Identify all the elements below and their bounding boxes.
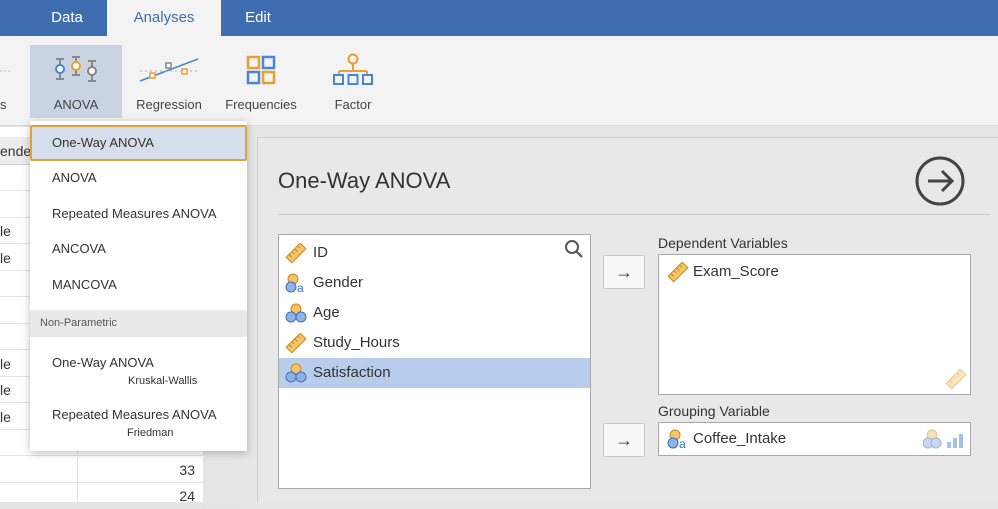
factor-label: Factor — [334, 97, 372, 112]
menu-item-sublabel: Kruskal-Wallis — [128, 375, 198, 387]
move-to-grouping-button[interactable]: → — [603, 423, 645, 457]
menu-section-non-parametric: Non-Parametric — [30, 310, 247, 337]
menu-item-ancova[interactable]: ANCOVA — [30, 231, 247, 267]
search-icon[interactable] — [564, 239, 584, 259]
menu-item-anova[interactable]: ANOVA — [30, 160, 247, 196]
menu-item-label: One-Way ANOVA — [52, 355, 154, 370]
dependent-variables-label: Dependent Variables — [658, 235, 788, 251]
menu-item-label: Repeated Measures ANOVA — [52, 407, 217, 422]
menu-item-mancova[interactable]: MANCOVA — [30, 267, 247, 303]
ruler-icon — [285, 332, 307, 354]
variable-item[interactable]: ID — [279, 238, 590, 268]
frequencies-button[interactable]: Frequencies — [218, 45, 304, 118]
menu-item-repeated-measures-anova[interactable]: Repeated Measures ANOVA — [30, 196, 247, 232]
menu-item-sublabel: Friedman — [127, 427, 174, 439]
frequencies-label: Frequencies — [225, 97, 297, 112]
ribbon-partial-button[interactable]: s — [0, 45, 10, 118]
tab-edit[interactable]: Edit — [222, 0, 294, 36]
partial-icon — [0, 70, 10, 72]
tab-data[interactable]: Data — [28, 0, 106, 36]
panel-title: One-Way ANOVA — [278, 168, 451, 193]
factor-icon — [333, 53, 373, 85]
menu-item-kruskal-wallis[interactable]: One-Way ANOVA Kruskal-Wallis — [30, 347, 247, 397]
ribbon-partial-label: s — [0, 97, 7, 112]
anova-dropdown-menu: One-Way ANOVA ANOVA Repeated Measures AN… — [30, 121, 247, 451]
svg-text:a: a — [297, 281, 304, 293]
nominal-icon — [285, 363, 307, 383]
nominal-icon — [285, 303, 307, 323]
ruler-icon — [285, 242, 307, 264]
variable-list[interactable]: ID a Gender Age Study_Hours Satisfaction — [278, 234, 591, 489]
variable-name: Satisfaction — [313, 364, 391, 381]
variable-item[interactable]: Study_Hours — [279, 328, 590, 358]
variable-item[interactable]: Age — [279, 298, 590, 328]
table-cell[interactable] — [0, 483, 78, 509]
panel-divider — [278, 214, 990, 215]
menu-item-friedman[interactable]: Repeated Measures ANOVA Friedman — [30, 399, 247, 449]
ruler-hint-icon — [945, 368, 967, 394]
grouping-variable-label: Grouping Variable — [658, 403, 770, 419]
variable-name: Study_Hours — [313, 334, 400, 351]
anova-button[interactable]: ANOVA — [30, 45, 122, 118]
go-arrow-icon[interactable] — [914, 155, 966, 207]
table-cell[interactable]: 24 — [78, 483, 204, 509]
table-cell[interactable] — [0, 456, 78, 483]
variable-name: Exam_Score — [693, 263, 779, 280]
ribbon-toolbar: s ANOVA Regression Frequencies Factor — [0, 36, 998, 126]
grouping-variable-box[interactable]: a Coffee_Intake — [658, 422, 971, 456]
variable-name: ID — [313, 244, 328, 261]
anova-icon — [55, 56, 97, 82]
table-cell[interactable]: 33 — [78, 456, 204, 483]
regression-button[interactable]: Regression — [130, 45, 208, 118]
variable-name: Age — [313, 304, 340, 321]
svg-text:a: a — [679, 437, 686, 449]
dependent-variables-box[interactable]: Exam_Score — [658, 254, 971, 395]
anova-label: ANOVA — [53, 97, 99, 112]
ruler-icon — [667, 261, 689, 288]
nominal-text-icon: a — [285, 273, 307, 295]
factor-button[interactable]: Factor — [318, 45, 388, 118]
tab-analyses[interactable]: Analyses — [107, 0, 221, 36]
frequencies-icon — [246, 55, 276, 85]
variable-name: Coffee_Intake — [693, 430, 787, 447]
regression-label: Regression — [136, 97, 202, 112]
menu-bar: Data Analyses Edit — [0, 0, 998, 36]
nominal-text-icon: a — [667, 429, 689, 455]
menu-item-one-way-anova[interactable]: One-Way ANOVA — [30, 125, 247, 161]
nominal-ordinal-hint-icon — [922, 429, 965, 454]
move-to-dependent-button[interactable]: → — [603, 255, 645, 289]
regression-icon — [139, 58, 199, 82]
variable-item[interactable]: a Gender — [279, 268, 590, 298]
variable-item-selected[interactable]: Satisfaction — [279, 358, 590, 388]
variable-name: Gender — [313, 274, 364, 291]
